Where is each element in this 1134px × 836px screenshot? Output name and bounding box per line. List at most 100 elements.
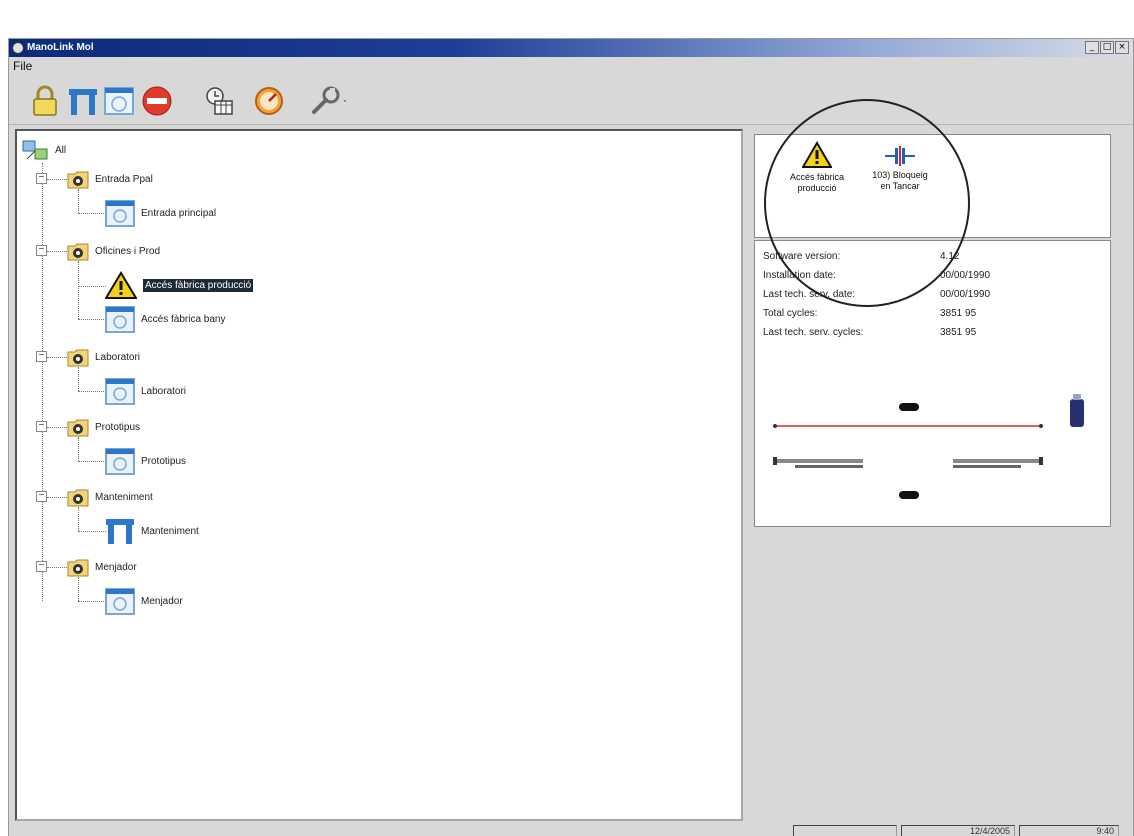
wrench-dropdown-arrow[interactable]: · — [343, 93, 347, 107]
tree-leaf-label: Accés fàbrica producció — [143, 278, 254, 292]
tree-leaf[interactable]: Menjador — [105, 587, 183, 615]
folder-icon — [67, 171, 89, 189]
tree-line — [78, 437, 79, 461]
sensor-top — [899, 403, 919, 411]
collapse-toggle[interactable]: − — [36, 245, 47, 256]
tree-group[interactable]: Laboratori — [67, 347, 140, 367]
minimize-button[interactable]: _ — [1085, 41, 1099, 54]
folder-icon — [67, 489, 89, 507]
tree-line — [47, 497, 67, 498]
tree-leaf-selected[interactable]: Accés fàbrica producció — [105, 271, 254, 299]
info-value: 3851 95 — [940, 308, 977, 319]
stop-icon — [142, 86, 172, 116]
tree-leaf[interactable]: Accés fàbrica bany — [105, 305, 226, 333]
tree-line-main — [42, 163, 43, 601]
wrench-icon — [312, 86, 340, 114]
tree-root[interactable]: All — [21, 137, 66, 163]
toolbar: · — [9, 75, 1133, 125]
tree-group-label: Oficines i Prod — [95, 245, 161, 257]
sensor-bottom — [899, 491, 919, 499]
menu-file[interactable]: File — [13, 59, 32, 73]
info-label: Total cycles: — [763, 308, 818, 319]
tree-line — [78, 319, 106, 320]
tree-line — [78, 261, 79, 319]
tree-line — [78, 461, 106, 462]
tree-group[interactable]: Entrada Ppal — [67, 169, 153, 189]
tree-leaf[interactable]: Laboratori — [105, 377, 186, 405]
tree-line — [78, 577, 79, 601]
warning-icon — [105, 271, 137, 299]
tree-group[interactable]: Prototipus — [67, 417, 140, 437]
lock-icon — [33, 85, 57, 116]
tree-line — [47, 179, 67, 180]
tree-leaf[interactable]: Entrada principal — [105, 199, 216, 227]
tree-leaf[interactable]: Prototipus — [105, 447, 186, 475]
station-icon — [105, 378, 135, 405]
gate-button[interactable] — [65, 83, 101, 119]
tree-line — [78, 367, 79, 391]
collapse-toggle[interactable]: − — [36, 491, 47, 502]
tree-root-label: All — [55, 144, 67, 156]
status-date: 12/4/2005 — [901, 825, 1015, 836]
tree-line — [47, 357, 67, 358]
schedule-icon — [206, 87, 233, 115]
device-tree[interactable]: All − Entrada Ppal Entrada principal − O… — [15, 129, 743, 821]
tree-group-label: Prototipus — [95, 421, 141, 433]
folder-icon — [67, 559, 89, 577]
collapse-toggle[interactable]: − — [36, 561, 47, 572]
collapse-toggle[interactable]: − — [36, 421, 47, 432]
tree-group-label: Entrada Ppal — [95, 173, 153, 185]
tree-group[interactable]: Menjador — [67, 557, 137, 577]
network-icon — [22, 140, 48, 160]
title-bar[interactable]: ManoLink Mol _ □ × — [9, 39, 1133, 57]
door-diagram — [773, 394, 1084, 499]
tree-line — [47, 251, 67, 252]
close-button[interactable]: × — [1115, 41, 1129, 54]
tree-group-label: Manteniment — [95, 491, 153, 503]
tree-group[interactable]: Manteniment — [67, 487, 153, 507]
tree-group-label: Laboratori — [95, 351, 141, 363]
door-right-leaf — [953, 457, 1043, 468]
info-label: Last tech. serv. cycles: — [763, 327, 864, 338]
tree-group-label: Menjador — [95, 561, 137, 573]
status-bar: 12/4/2005 9:40 — [9, 825, 1133, 836]
status-time: 9:40 — [1019, 825, 1119, 836]
app-icon — [12, 42, 24, 54]
tree-leaf-label: Manteniment — [141, 525, 199, 537]
wrench-button[interactable] — [307, 83, 343, 119]
tree-leaf-label: Entrada principal — [141, 207, 217, 219]
tree-line — [78, 507, 79, 531]
gate-icon — [106, 519, 134, 544]
tree-line — [78, 213, 106, 214]
tree-line — [78, 391, 106, 392]
station-button[interactable] — [101, 83, 137, 119]
tree-line — [47, 427, 67, 428]
collapse-toggle[interactable]: − — [36, 351, 47, 362]
info-value: 3851 95 — [940, 327, 977, 338]
schedule-button[interactable] — [201, 83, 237, 119]
station-icon — [105, 306, 135, 333]
status-panel-empty — [793, 825, 897, 836]
tree-line — [78, 286, 106, 287]
lock-button[interactable] — [27, 83, 63, 119]
collapse-toggle[interactable]: − — [36, 173, 47, 184]
tree-leaf-label: Accés fàbrica bany — [141, 313, 226, 325]
tree-leaf[interactable]: Manteniment — [105, 517, 199, 545]
window-title: ManoLink Mol — [27, 42, 94, 53]
station-icon — [105, 448, 135, 475]
gauge-button[interactable] — [251, 83, 287, 119]
folder-icon — [67, 349, 89, 367]
folder-icon — [67, 243, 89, 261]
door-left-leaf — [773, 457, 863, 468]
maximize-button[interactable]: □ — [1100, 41, 1114, 54]
tree-line — [78, 601, 106, 602]
window-title-prefix: ManoLink — [27, 42, 74, 53]
tree-line — [47, 567, 67, 568]
tree-line — [78, 189, 79, 213]
tree-line — [78, 531, 106, 532]
station-icon — [105, 200, 135, 227]
stop-button[interactable] — [139, 83, 175, 119]
tree-group[interactable]: Oficines i Prod — [67, 241, 160, 261]
menu-bar: File — [9, 57, 1133, 75]
gate-icon — [69, 89, 97, 115]
